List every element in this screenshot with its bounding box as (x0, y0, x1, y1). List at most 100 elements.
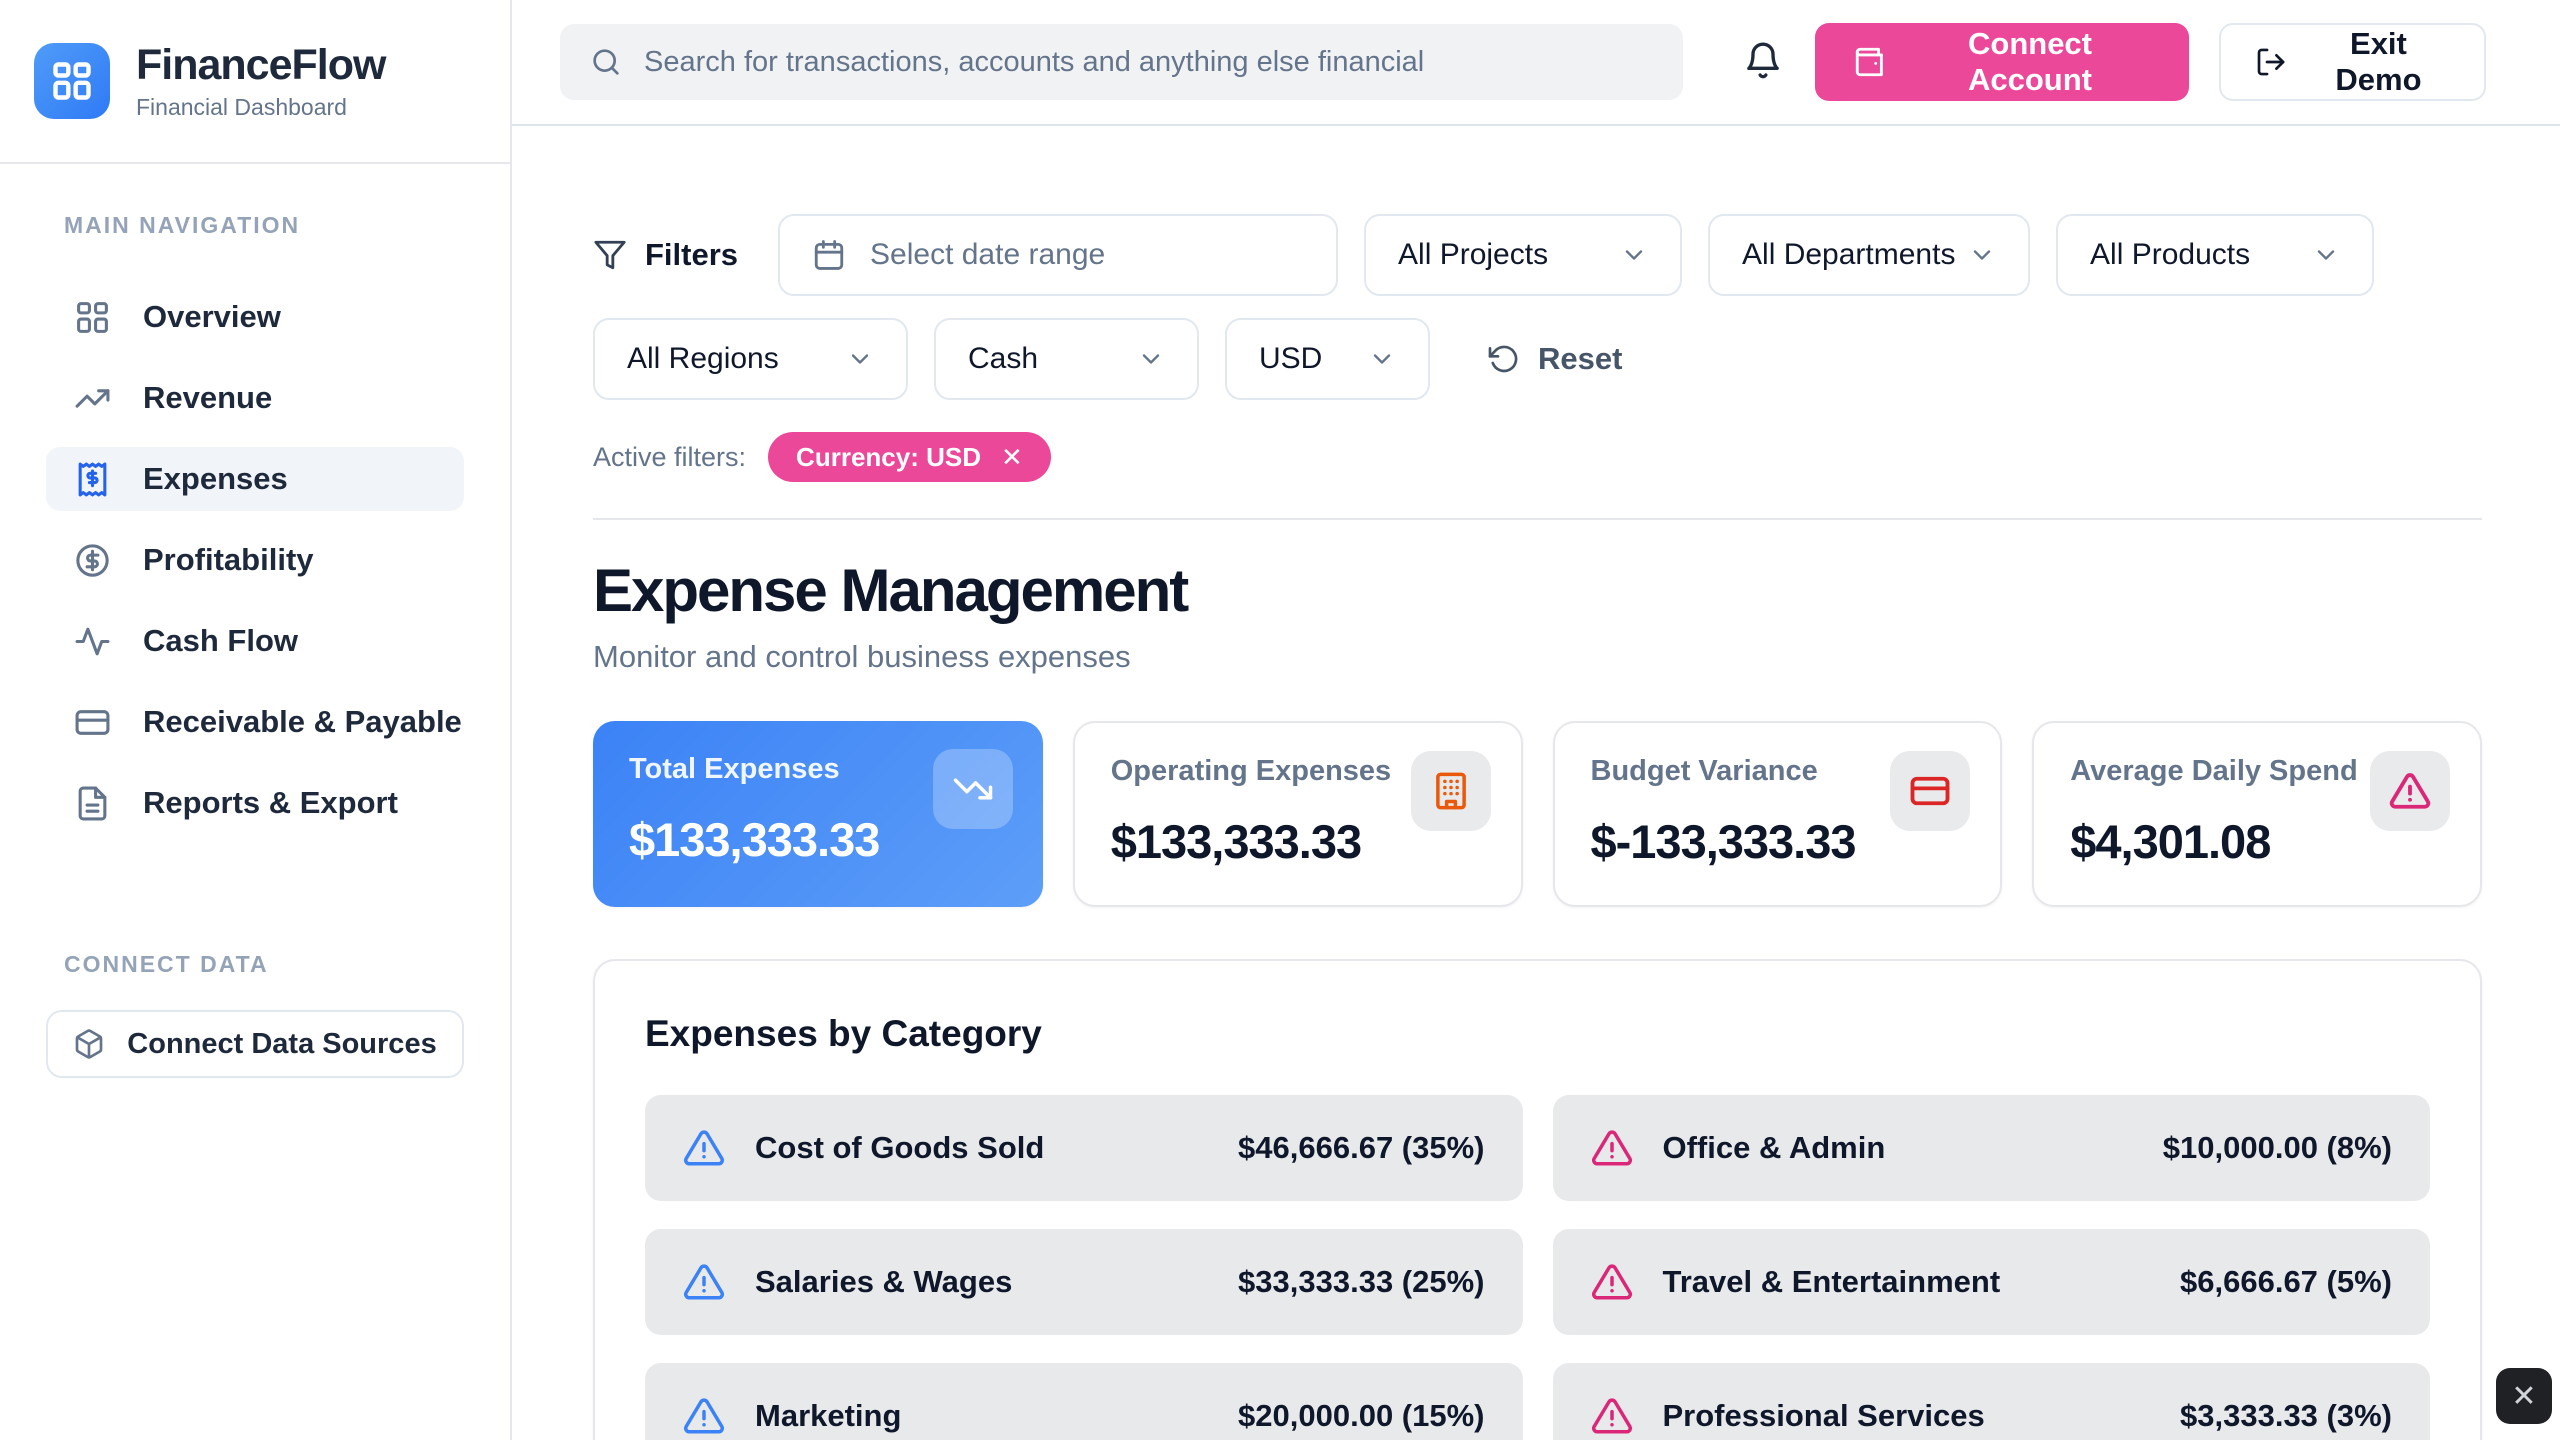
sidebar-item-expenses[interactable]: Expenses (46, 447, 464, 511)
category-label: Cost of Goods Sold (755, 1130, 1208, 1166)
stat-card-total-expenses[interactable]: Total Expenses $133,333.33 (593, 721, 1043, 907)
trending-up-icon (74, 380, 111, 417)
trending-down-icon (933, 749, 1013, 829)
brand-name: FinanceFlow (136, 41, 385, 90)
sidebar-item-label: Profitability (143, 542, 314, 578)
products-filter-select[interactable]: All Products (2056, 214, 2374, 296)
sidebar-item-profitability[interactable]: Profitability (46, 528, 464, 592)
topbar: Connect Account Exit Demo (512, 0, 2560, 126)
credit-card-icon (74, 704, 111, 741)
category-grid: Cost of Goods Sold $46,666.67 (35%) Offi… (645, 1095, 2430, 1440)
currency-filter-select[interactable]: USD (1225, 318, 1430, 400)
category-value: $3,333.33 (3%) (2180, 1398, 2392, 1434)
chip-label: Currency: USD (796, 442, 981, 473)
regions-filter-value: All Regions (627, 342, 779, 376)
sidebar-item-cash-flow[interactable]: Cash Flow (46, 609, 464, 673)
category-row-office-admin[interactable]: Office & Admin $10,000.00 (8%) (1553, 1095, 2431, 1201)
logout-icon (2255, 45, 2287, 79)
alert-triangle-icon (683, 1127, 725, 1169)
stat-card-average-daily-spend[interactable]: Average Daily Spend $4,301.08 (2032, 721, 2482, 907)
sidebar-item-receivable-payable[interactable]: Receivable & Payable (46, 690, 464, 754)
brand: FinanceFlow Financial Dashboard (0, 0, 510, 164)
search-icon (590, 46, 622, 78)
connect-data-sources-label: Connect Data Sources (127, 1028, 436, 1061)
bell-icon (1743, 40, 1783, 80)
active-filter-chip-currency[interactable]: Currency: USD ✕ (768, 432, 1051, 482)
main-column: Connect Account Exit Demo Filters Select… (512, 0, 2560, 1440)
sidebar-item-overview[interactable]: Overview (46, 285, 464, 349)
connect-account-button[interactable]: Connect Account (1815, 23, 2189, 101)
close-overlay-button[interactable]: ✕ (2496, 1368, 2552, 1424)
connect-data-sources-button[interactable]: Connect Data Sources (46, 1010, 464, 1078)
app-root: FinanceFlow Financial Dashboard MAIN NAV… (0, 0, 2560, 1440)
filters-row-2: All Regions Cash USD Reset (593, 318, 2482, 400)
category-label: Office & Admin (1663, 1130, 2133, 1166)
stat-card-budget-variance[interactable]: Budget Variance $-133,333.33 (1553, 721, 2003, 907)
search-bar[interactable] (560, 24, 1683, 100)
content-area: Filters Select date range All Projects A… (512, 126, 2560, 1440)
sidebar-item-label: Overview (143, 299, 281, 335)
sidebar-item-label: Expenses (143, 461, 288, 497)
alert-triangle-icon (1591, 1127, 1633, 1169)
sidebar-item-revenue[interactable]: Revenue (46, 366, 464, 430)
category-value: $10,000.00 (8%) (2163, 1130, 2392, 1166)
chevron-down-icon (1968, 241, 1996, 269)
reset-filters-button[interactable]: Reset (1488, 341, 1622, 377)
category-row-professional-services[interactable]: Professional Services $3,333.33 (3%) (1553, 1363, 2431, 1440)
date-range-placeholder: Select date range (870, 238, 1105, 272)
building-icon (1411, 751, 1491, 831)
alert-triangle-icon (1591, 1261, 1633, 1303)
chevron-down-icon (1137, 345, 1165, 373)
category-label: Professional Services (1663, 1398, 2151, 1434)
search-input[interactable] (644, 46, 1653, 79)
circle-dollar-icon (74, 542, 111, 579)
sidebar-item-label: Receivable & Payable (143, 704, 462, 740)
dashboard-grid-icon (74, 299, 111, 336)
departments-filter-select[interactable]: All Departments (1708, 214, 2030, 296)
stat-card-operating-expenses[interactable]: Operating Expenses $133,333.33 (1073, 721, 1523, 907)
chevron-down-icon (846, 345, 874, 373)
active-filters-label: Active filters: (593, 442, 746, 473)
receipt-icon (74, 461, 111, 498)
sidebar-item-reports-export[interactable]: Reports & Export (46, 771, 464, 835)
category-label: Marketing (755, 1398, 1208, 1434)
chevron-down-icon (1620, 241, 1648, 269)
basis-filter-select[interactable]: Cash (934, 318, 1199, 400)
brand-logo-icon (34, 43, 110, 119)
sidebar: FinanceFlow Financial Dashboard MAIN NAV… (0, 0, 512, 1440)
wallet-icon (1853, 44, 1887, 80)
section-divider (593, 518, 2482, 520)
filters-title: Filters (593, 237, 738, 273)
notifications-bell-button[interactable] (1743, 40, 1785, 84)
projects-filter-select[interactable]: All Projects (1364, 214, 1682, 296)
category-row-travel-entertainment[interactable]: Travel & Entertainment $6,666.67 (5%) (1553, 1229, 2431, 1335)
basis-filter-value: Cash (968, 342, 1038, 376)
rotate-ccw-icon (1488, 343, 1520, 375)
alert-triangle-icon (683, 1261, 725, 1303)
page-title: Expense Management (593, 556, 2482, 625)
brand-tagline: Financial Dashboard (136, 94, 385, 121)
category-row-salaries-wages[interactable]: Salaries & Wages $33,333.33 (25%) (645, 1229, 1523, 1335)
sidebar-item-label: Cash Flow (143, 623, 298, 659)
category-label: Travel & Entertainment (1663, 1264, 2151, 1300)
date-range-input[interactable]: Select date range (778, 214, 1338, 296)
projects-filter-value: All Projects (1398, 238, 1548, 272)
category-row-marketing[interactable]: Marketing $20,000.00 (15%) (645, 1363, 1523, 1440)
exit-demo-label: Exit Demo (2307, 26, 2450, 98)
connect-data-section-label: CONNECT DATA (46, 951, 464, 978)
alert-triangle-icon (2370, 751, 2450, 831)
category-value: $33,333.33 (25%) (1238, 1264, 1484, 1300)
regions-filter-select[interactable]: All Regions (593, 318, 908, 400)
connect-account-label: Connect Account (1909, 26, 2151, 98)
nav-section-label: MAIN NAVIGATION (46, 212, 464, 239)
exit-demo-button[interactable]: Exit Demo (2219, 23, 2486, 101)
category-value: $6,666.67 (5%) (2180, 1264, 2392, 1300)
filters-title-label: Filters (645, 237, 738, 273)
alert-triangle-icon (1591, 1395, 1633, 1437)
calendar-icon (812, 238, 846, 272)
funnel-icon (593, 238, 627, 272)
stat-cards: Total Expenses $133,333.33 Operating Exp… (593, 721, 2482, 907)
category-row-cost-of-goods-sold[interactable]: Cost of Goods Sold $46,666.67 (35%) (645, 1095, 1523, 1201)
chip-remove-icon[interactable]: ✕ (1001, 442, 1023, 473)
currency-filter-value: USD (1259, 342, 1322, 376)
